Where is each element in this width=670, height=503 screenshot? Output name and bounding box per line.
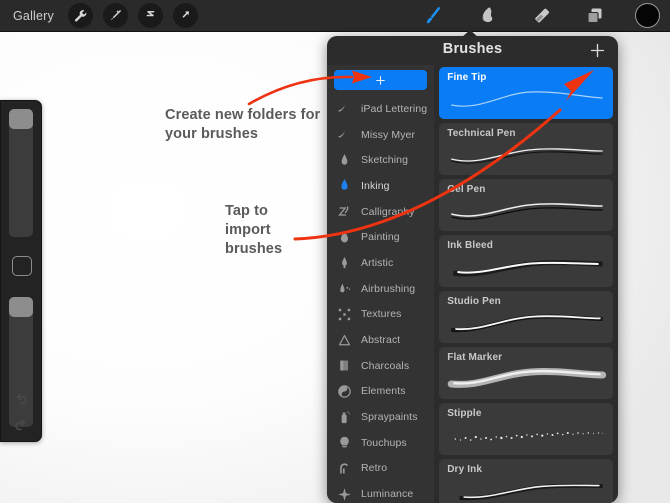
opacity-knob[interactable] <box>9 297 33 317</box>
charcoal-block-icon <box>336 357 353 374</box>
sidebar-item-textures[interactable]: Textures <box>327 302 434 328</box>
brush-item-gel-pen[interactable]: Gel Pen <box>439 179 613 231</box>
sidebar-item-painting[interactable]: Painting <box>327 224 434 250</box>
brush-size-knob[interactable] <box>9 109 33 129</box>
panel-header: Brushes <box>327 36 618 65</box>
undo-button[interactable] <box>11 391 31 411</box>
panel-body: iPad Lettering Missy Myer Sketching Inki… <box>327 65 618 503</box>
panel-title: Brushes <box>442 41 503 57</box>
procreate-screen: Gallery Brushes iPad Lettering Missy Mye… <box>0 0 670 503</box>
sidebar-item-label: Artistic <box>361 256 394 269</box>
spray-can-icon <box>336 409 353 426</box>
brush-item-flat-marker[interactable]: Flat Marker <box>439 347 613 399</box>
annotation-import-brushes: Tap to import brushes <box>225 203 283 257</box>
sidebar-item-charcoals[interactable]: Charcoals <box>327 353 434 379</box>
brush-stroke-preview <box>451 203 603 220</box>
swoosh-stroke-icon <box>336 126 353 143</box>
sidebar-item-airbrushing[interactable]: Airbrushing <box>327 276 434 302</box>
artistic-brush-icon <box>336 254 353 271</box>
sidebar-item-missy-myer[interactable]: Missy Myer <box>327 122 434 148</box>
brush-stroke-preview <box>451 91 603 107</box>
brush-item-ink-bleed[interactable]: Ink Bleed <box>439 235 613 287</box>
sidebar-item-luminance[interactable]: Luminance <box>327 481 434 503</box>
paintbrush-icon[interactable] <box>419 2 447 30</box>
sidebar-item-label: Missy Myer <box>361 128 416 141</box>
sidebar-item-label: Abstract <box>361 334 401 347</box>
sidebar-item-label: Airbrushing <box>361 282 416 295</box>
transform-arrow-icon[interactable] <box>173 3 198 28</box>
swoosh-stroke-icon <box>336 100 353 117</box>
import-brush-plus-icon[interactable] <box>588 41 607 60</box>
sidebar-item-artistic[interactable]: Artistic <box>327 250 434 276</box>
calligraphy-scribble-icon <box>336 203 353 220</box>
sidebar-item-label: Charcoals <box>361 359 410 372</box>
sidebar-item-label: Spraypaints <box>361 411 418 424</box>
left-tool-sidebar <box>0 100 42 442</box>
eraser-icon[interactable] <box>527 2 555 30</box>
annotation-create-folders: Create new folders for your brushes <box>165 107 321 142</box>
sidebar-item-label: Retro <box>361 462 388 475</box>
lightbulb-icon <box>336 434 353 451</box>
brush-stroke-preview <box>459 483 603 501</box>
yin-yang-icon <box>336 383 353 400</box>
sidebar-item-elements[interactable]: Elements <box>327 379 434 405</box>
brushes-panel: Brushes iPad Lettering Missy Myer Sketch… <box>327 36 618 503</box>
sidebar-item-label: Elements <box>361 385 406 398</box>
sidebar-item-label: Inking <box>361 179 390 192</box>
sparkle-icon <box>336 486 353 503</box>
textures-dots-icon <box>336 306 353 323</box>
airbrush-icon <box>336 280 353 297</box>
smudge-icon[interactable] <box>473 2 501 30</box>
new-folder-button[interactable] <box>334 70 428 90</box>
brush-item-studio-pen[interactable]: Studio Pen <box>439 291 613 343</box>
brush-list[interactable]: Fine Tip Technical Pen Gel Pen Ink Bleed… <box>434 65 618 503</box>
sidebar-item-retro[interactable]: Retro <box>327 456 434 482</box>
wrench-icon[interactable] <box>68 3 93 28</box>
sidebar-item-abstract[interactable]: Abstract <box>327 327 434 353</box>
sidebar-item-spraypaints[interactable]: Spraypaints <box>327 404 434 430</box>
brush-stroke-preview <box>454 432 604 441</box>
brush-item-fine-tip[interactable]: Fine Tip <box>439 67 613 119</box>
brush-stroke-preview <box>451 148 603 164</box>
sidebar-item-touchups[interactable]: Touchups <box>327 430 434 456</box>
triangle-icon <box>336 332 353 349</box>
brush-stroke-preview <box>453 260 603 277</box>
adjustments-wand-icon[interactable] <box>103 3 128 28</box>
brush-item-technical-pen[interactable]: Technical Pen <box>439 123 613 175</box>
sidebar-item-label: Calligraphy <box>361 205 415 218</box>
layers-icon[interactable] <box>581 2 609 30</box>
retro-curve-icon <box>336 460 353 477</box>
selection-s-icon[interactable] <box>138 3 163 28</box>
brush-item-dry-ink[interactable]: Dry Ink <box>439 459 613 503</box>
sidebar-item-label: Luminance <box>361 488 414 501</box>
color-swatch[interactable] <box>635 3 660 28</box>
sidebar-item-label: Painting <box>361 231 400 244</box>
brush-stroke-preview <box>447 368 607 388</box>
pencil-tip-icon <box>336 152 353 169</box>
redo-button[interactable] <box>11 417 31 437</box>
sidebar-item-label: Touchups <box>361 436 407 449</box>
modify-button[interactable] <box>12 256 32 276</box>
sidebar-item-sketching[interactable]: Sketching <box>327 147 434 173</box>
ink-drop-icon <box>336 177 353 194</box>
sidebar-item-ipad-lettering[interactable]: iPad Lettering <box>327 96 434 122</box>
sidebar-item-label: Sketching <box>361 154 409 167</box>
sidebar-item-inking[interactable]: Inking <box>327 173 434 199</box>
sidebar-item-label: iPad Lettering <box>361 102 428 115</box>
brush-item-stipple[interactable]: Stipple <box>439 403 613 455</box>
paint-drop-icon <box>336 229 353 246</box>
tool-group-right <box>393 2 670 30</box>
brush-stroke-preview <box>451 314 603 333</box>
sidebar-item-calligraphy[interactable]: Calligraphy <box>327 199 434 225</box>
sidebar-item-label: Textures <box>361 308 402 321</box>
brush-category-list[interactable]: iPad Lettering Missy Myer Sketching Inki… <box>327 65 435 503</box>
top-toolbar: Gallery <box>0 0 670 32</box>
gallery-button[interactable]: Gallery <box>13 9 54 23</box>
